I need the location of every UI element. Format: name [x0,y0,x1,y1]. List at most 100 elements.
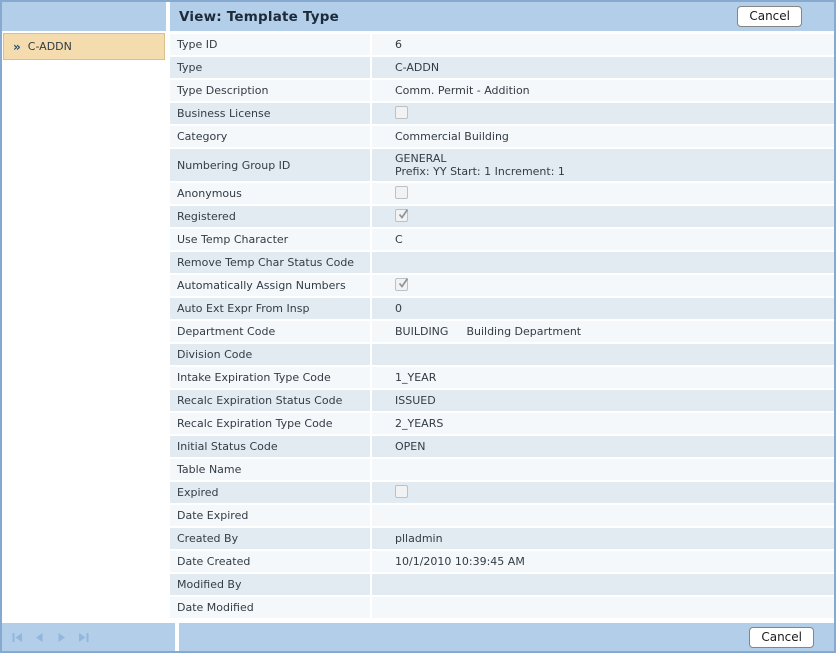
field-value [372,505,834,526]
field-row: Anonymous [170,183,834,204]
field-label: Division Code [170,344,370,365]
field-value-text: 10/1/2010 10:39:45 AM [395,555,525,568]
field-row: Type ID 6 [170,34,834,55]
field-value: BUILDINGBuilding Department [372,321,834,342]
field-value [372,459,834,480]
field-rows: Type ID 6 Type C-ADDN Type Description Comm. … [170,31,834,623]
checkbox-unchecked-icon [395,186,408,199]
field-label: Department Code [170,321,370,342]
last-page-icon[interactable] [77,631,90,644]
field-value-line2: Prefix: YY Start: 1 Increment: 1 [395,165,830,178]
field-label: Automatically Assign Numbers [170,275,370,296]
pager-controls [2,623,175,651]
field-label: Date Expired [170,505,370,526]
field-row: Use Temp CharacterC [170,229,834,250]
field-value-text: Comm. Permit - Addition [395,84,530,97]
field-value: 0 [372,298,834,319]
field-label: Remove Temp Char Status Code [170,252,370,273]
page-title: View: Template Type [179,9,339,25]
field-value-text: C-ADDN [395,61,439,74]
field-label: Type [170,57,370,78]
field-row: Auto Ext Expr From Insp0 [170,298,834,319]
field-value [372,597,834,618]
field-row: Department CodeBUILDINGBuilding Departme… [170,321,834,342]
checkbox-checked-icon [395,209,408,222]
field-value [372,275,834,296]
field-label: Recalc Expiration Status Code [170,390,370,411]
field-row: Initial Status Code OPEN [170,436,834,457]
field-row: Date Modified [170,597,834,618]
first-page-icon[interactable] [11,631,24,644]
field-value [372,482,834,503]
field-value: OPEN [372,436,834,457]
field-value [372,252,834,273]
field-value [372,344,834,365]
field-row: Modified By [170,574,834,595]
field-value: 10/1/2010 10:39:45 AM [372,551,834,572]
field-label: Created By [170,528,370,549]
field-row: Registered [170,206,834,227]
field-row: Recalc Expiration Status Code ISSUED [170,390,834,411]
field-value-text: ISSUED [395,394,436,407]
field-row: Numbering Group IDGENERALPrefix: YY Star… [170,149,834,181]
field-value [372,103,834,124]
field-row: Created By plladmin [170,528,834,549]
field-value [372,206,834,227]
field-label: Auto Ext Expr From Insp [170,298,370,319]
field-label: Date Created [170,551,370,572]
field-value: plladmin [372,528,834,549]
field-row: Type C-ADDN [170,57,834,78]
footer-bar: Cancel [2,623,834,651]
double-chevron-icon: » [13,40,21,54]
cancel-button-bottom[interactable]: Cancel [749,627,814,648]
field-label: Type ID [170,34,370,55]
field-value: C-ADDN [372,57,834,78]
sidebar: » C-ADDN [2,31,166,623]
sidebar-item-c-addn[interactable]: » C-ADDN [3,33,165,60]
field-value-text: plladmin [395,532,443,545]
field-label: Expired [170,482,370,503]
field-value: C [372,229,834,250]
header-main: View: Template Type Cancel [170,2,834,31]
header-bar: View: Template Type Cancel [2,2,834,31]
field-row: CategoryCommercial Building [170,126,834,147]
field-row: Date Created 10/1/2010 10:39:45 AM [170,551,834,572]
field-value: 1_YEAR [372,367,834,388]
field-row: Automatically Assign Numbers [170,275,834,296]
field-value: 2_YEARS [372,413,834,434]
field-value-text: 2_YEARS [395,417,443,430]
field-label: Business License [170,103,370,124]
checkbox-unchecked-icon [395,106,408,119]
field-row: Business License [170,103,834,124]
field-value [372,574,834,595]
checkbox-unchecked-icon [395,485,408,498]
field-label: Modified By [170,574,370,595]
field-value-text: Commercial Building [395,130,509,143]
field-value: Commercial Building [372,126,834,147]
field-label: Recalc Expiration Type Code [170,413,370,434]
field-label: Numbering Group ID [170,149,370,181]
field-value-text: 1_YEAR [395,371,436,384]
checkbox-checked-icon [395,278,408,291]
previous-page-icon[interactable] [33,631,46,644]
header-sidebar-spacer [2,2,166,31]
field-value: Comm. Permit - Addition [372,80,834,101]
field-value: 6 [372,34,834,55]
field-label: Use Temp Character [170,229,370,250]
field-value-secondary-text: Building Department [466,325,581,338]
field-value-text: 6 [395,38,402,51]
field-label: Registered [170,206,370,227]
cancel-button-top[interactable]: Cancel [737,6,802,27]
field-value-text: OPEN [395,440,425,453]
field-row: Expired [170,482,834,503]
template-type-window: View: Template Type Cancel » C-ADDN Type… [0,0,836,653]
field-value [372,183,834,204]
footer-main: Cancel [179,623,834,651]
field-row: Type Description Comm. Permit - Addition [170,80,834,101]
field-value-text: GENERAL [395,152,447,165]
field-label: Date Modified [170,597,370,618]
field-label: Initial Status Code [170,436,370,457]
field-value: GENERALPrefix: YY Start: 1 Increment: 1 [372,149,834,181]
next-page-icon[interactable] [55,631,68,644]
field-label: Type Description [170,80,370,101]
